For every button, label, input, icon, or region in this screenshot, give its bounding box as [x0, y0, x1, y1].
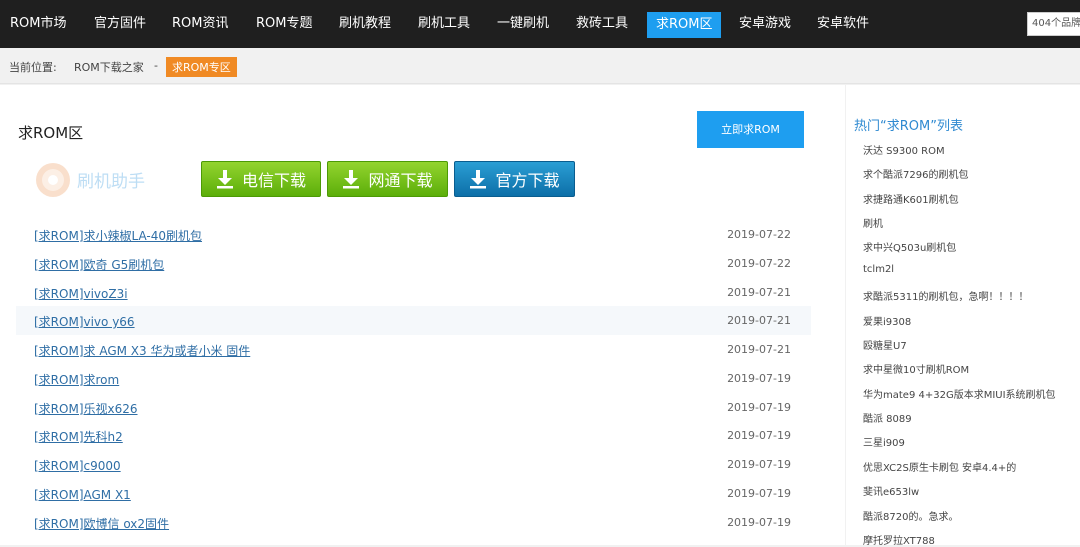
- nav-item-rom-request[interactable]: 求ROM区: [647, 12, 722, 38]
- download-icon: [470, 170, 487, 189]
- request-link[interactable]: [求ROM]求小辣椒LA-40刷机包: [34, 227, 202, 244]
- nav-item-rom-topics[interactable]: ROM专题: [256, 0, 312, 48]
- nav-item-unbrick-tools[interactable]: 救砖工具: [576, 0, 628, 48]
- request-link[interactable]: [求ROM]欧奇 G5刷机包: [34, 256, 164, 273]
- request-link[interactable]: [求ROM]乐视x626: [34, 400, 138, 417]
- request-date: 2019-07-19: [727, 458, 791, 471]
- sidebar-item[interactable]: 求酷派5311的刷机包，急啊！！！！: [863, 288, 1028, 303]
- breadcrumb-separator: -: [154, 59, 158, 72]
- sidebar-item[interactable]: tclm2l: [863, 264, 894, 275]
- breadcrumb-current[interactable]: 求ROM专区: [166, 57, 237, 77]
- logo-text: 刷机助手: [77, 172, 145, 192]
- brand-search-input[interactable]: 404个品牌: [1027, 12, 1080, 36]
- request-date: 2019-07-21: [727, 314, 791, 327]
- request-link[interactable]: [求ROM]求rom: [34, 371, 119, 388]
- download-label: 电信下载: [241, 171, 306, 190]
- request-link[interactable]: [求ROM]AGM X1: [34, 486, 131, 503]
- sidebar-item[interactable]: 酷派 8089: [863, 410, 912, 425]
- sidebar-item[interactable]: 殴糖星U7: [863, 337, 907, 352]
- breadcrumb-home-link[interactable]: ROM下载之家: [74, 59, 144, 75]
- sidebar-item[interactable]: 求捷路通K601刷机包: [863, 191, 959, 206]
- breadcrumb-prefix: 当前位置:: [9, 61, 57, 74]
- request-link[interactable]: [求ROM]求 AGM X3 华为或者小米 固件: [34, 342, 250, 359]
- breadcrumb: 当前位置: ROM下载之家 - 求ROM专区: [0, 48, 1080, 84]
- request-link[interactable]: [求ROM]vivo y66: [34, 313, 135, 330]
- download-label: 官方下载: [495, 171, 560, 190]
- request-date: 2019-07-22: [727, 257, 791, 270]
- list-item: [求ROM]vivo y66 2019-07-21: [16, 306, 811, 335]
- download-label: 网通下载: [368, 171, 433, 190]
- request-date: 2019-07-19: [727, 401, 791, 414]
- list-item: [求ROM]求 AGM X3 华为或者小米 固件 2019-07-21: [16, 335, 811, 364]
- netcom-download-button[interactable]: 网通下载: [327, 161, 448, 197]
- nav-item-android-games[interactable]: 安卓游戏: [739, 0, 791, 48]
- request-link[interactable]: [求ROM]c9000: [34, 457, 121, 474]
- sidebar-item[interactable]: 刷机: [863, 215, 883, 230]
- top-nav: ROM市场 官方固件 ROM资讯 ROM专题 刷机教程 刷机工具 一键刷机 救砖…: [0, 0, 1080, 48]
- page-title: 求ROM区: [18, 124, 84, 142]
- list-item: [求ROM]求rom 2019-07-19: [16, 364, 811, 393]
- list-item: [求ROM]欧博信 ox2固件 2019-07-19: [16, 508, 811, 537]
- official-download-button[interactable]: 官方下载: [454, 161, 575, 197]
- list-item: [求ROM]欧奇 G5刷机包 2019-07-22: [16, 249, 811, 278]
- request-link[interactable]: [求ROM]先科h2: [34, 428, 123, 445]
- hot-requests-sidebar: 热门“求ROM”列表 沃达 S9300 ROM 求个酷派7296的刷机包 求捷路…: [846, 85, 1080, 547]
- list-item: [求ROM]vivoZ3i 2019-07-21: [16, 278, 811, 307]
- sidebar-item[interactable]: 爱果i9308: [863, 313, 911, 328]
- sidebar-item[interactable]: 酷派8720的。急求。: [863, 508, 958, 523]
- nav-item-rom-market[interactable]: ROM市场: [10, 0, 66, 48]
- nav-item-flash-tools[interactable]: 刷机工具: [418, 0, 470, 48]
- list-item: [求ROM]AGM X1 2019-07-19: [16, 479, 811, 508]
- main-panel: 求ROM区 立即求ROM 刷机助手 电信下载 网通下载 官方下载 [求ROM]求…: [0, 85, 845, 545]
- sidebar-item[interactable]: 优思XC2S原生卡刷包 安卓4.4+的: [863, 459, 1016, 474]
- sidebar-item[interactable]: 华为mate9 4+32G版本求MIUI系统刷机包: [863, 386, 1056, 401]
- flash-assistant-logo: 刷机助手: [36, 163, 145, 197]
- nav-item-one-click-flash[interactable]: 一键刷机: [497, 0, 549, 48]
- sidebar-item[interactable]: 沃达 S9300 ROM: [863, 142, 945, 157]
- request-date: 2019-07-19: [727, 429, 791, 442]
- request-link[interactable]: [求ROM]vivoZ3i: [34, 285, 128, 302]
- request-date: 2019-07-21: [727, 343, 791, 356]
- sidebar-item[interactable]: 斐讯e653lw: [863, 483, 919, 498]
- list-item: [求ROM]乐视x626 2019-07-19: [16, 393, 811, 422]
- request-rom-button[interactable]: 立即求ROM: [697, 111, 804, 148]
- telecom-download-button[interactable]: 电信下载: [201, 161, 321, 197]
- request-date: 2019-07-19: [727, 487, 791, 500]
- nav-item-android-apps[interactable]: 安卓软件: [817, 0, 869, 48]
- request-date: 2019-07-19: [727, 516, 791, 529]
- request-date: 2019-07-19: [727, 372, 791, 385]
- sidebar-item[interactable]: 求中兴Q503u刷机包: [863, 239, 956, 254]
- list-item: [求ROM]c9000 2019-07-19: [16, 450, 811, 479]
- list-item: [求ROM]先科h2 2019-07-19: [16, 421, 811, 450]
- list-item: [求ROM]求小辣椒LA-40刷机包 2019-07-22: [16, 220, 811, 249]
- request-date: 2019-07-21: [727, 286, 791, 299]
- request-date: 2019-07-22: [727, 228, 791, 241]
- download-icon: [343, 170, 360, 189]
- sidebar-item[interactable]: 求个酷派7296的刷机包: [863, 166, 968, 181]
- nav-item-flash-tutorials[interactable]: 刷机教程: [339, 0, 391, 48]
- sidebar-item[interactable]: 求中星微10寸刷机ROM: [863, 361, 969, 376]
- request-link[interactable]: [求ROM]欧博信 ox2固件: [34, 515, 169, 532]
- sidebar-item[interactable]: 三星i909: [863, 434, 905, 449]
- sidebar-title: 热门“求ROM”列表: [854, 119, 963, 134]
- nav-item-rom-news[interactable]: ROM资讯: [172, 0, 228, 48]
- download-icon: [216, 170, 233, 189]
- nav-item-official-firmware[interactable]: 官方固件: [94, 0, 146, 48]
